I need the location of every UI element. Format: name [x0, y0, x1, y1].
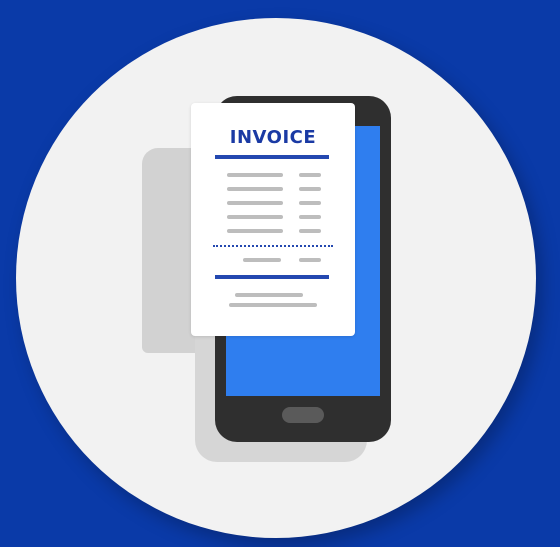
line-item-amount	[299, 201, 321, 205]
dotted-separator	[213, 245, 333, 247]
line-item-description	[227, 215, 283, 219]
line-item-amount	[299, 229, 321, 233]
line-item-description	[227, 187, 283, 191]
title-underline	[215, 155, 329, 159]
invoice-title: INVOICE	[229, 127, 317, 148]
subtotal-amount-line	[299, 258, 321, 262]
home-button	[282, 407, 324, 423]
line-item-description	[227, 229, 283, 233]
total-bar	[215, 275, 329, 279]
invoice-receipt-icon: INVOICE	[191, 103, 355, 336]
footer-line	[229, 303, 317, 307]
invoice-illustration: INVOICE	[0, 0, 560, 547]
subtotal-label-line	[243, 258, 281, 262]
footer-line	[235, 293, 303, 297]
line-item-description	[227, 173, 283, 177]
line-item-amount	[299, 173, 321, 177]
line-item-amount	[299, 215, 321, 219]
line-item-description	[227, 201, 283, 205]
line-item-amount	[299, 187, 321, 191]
